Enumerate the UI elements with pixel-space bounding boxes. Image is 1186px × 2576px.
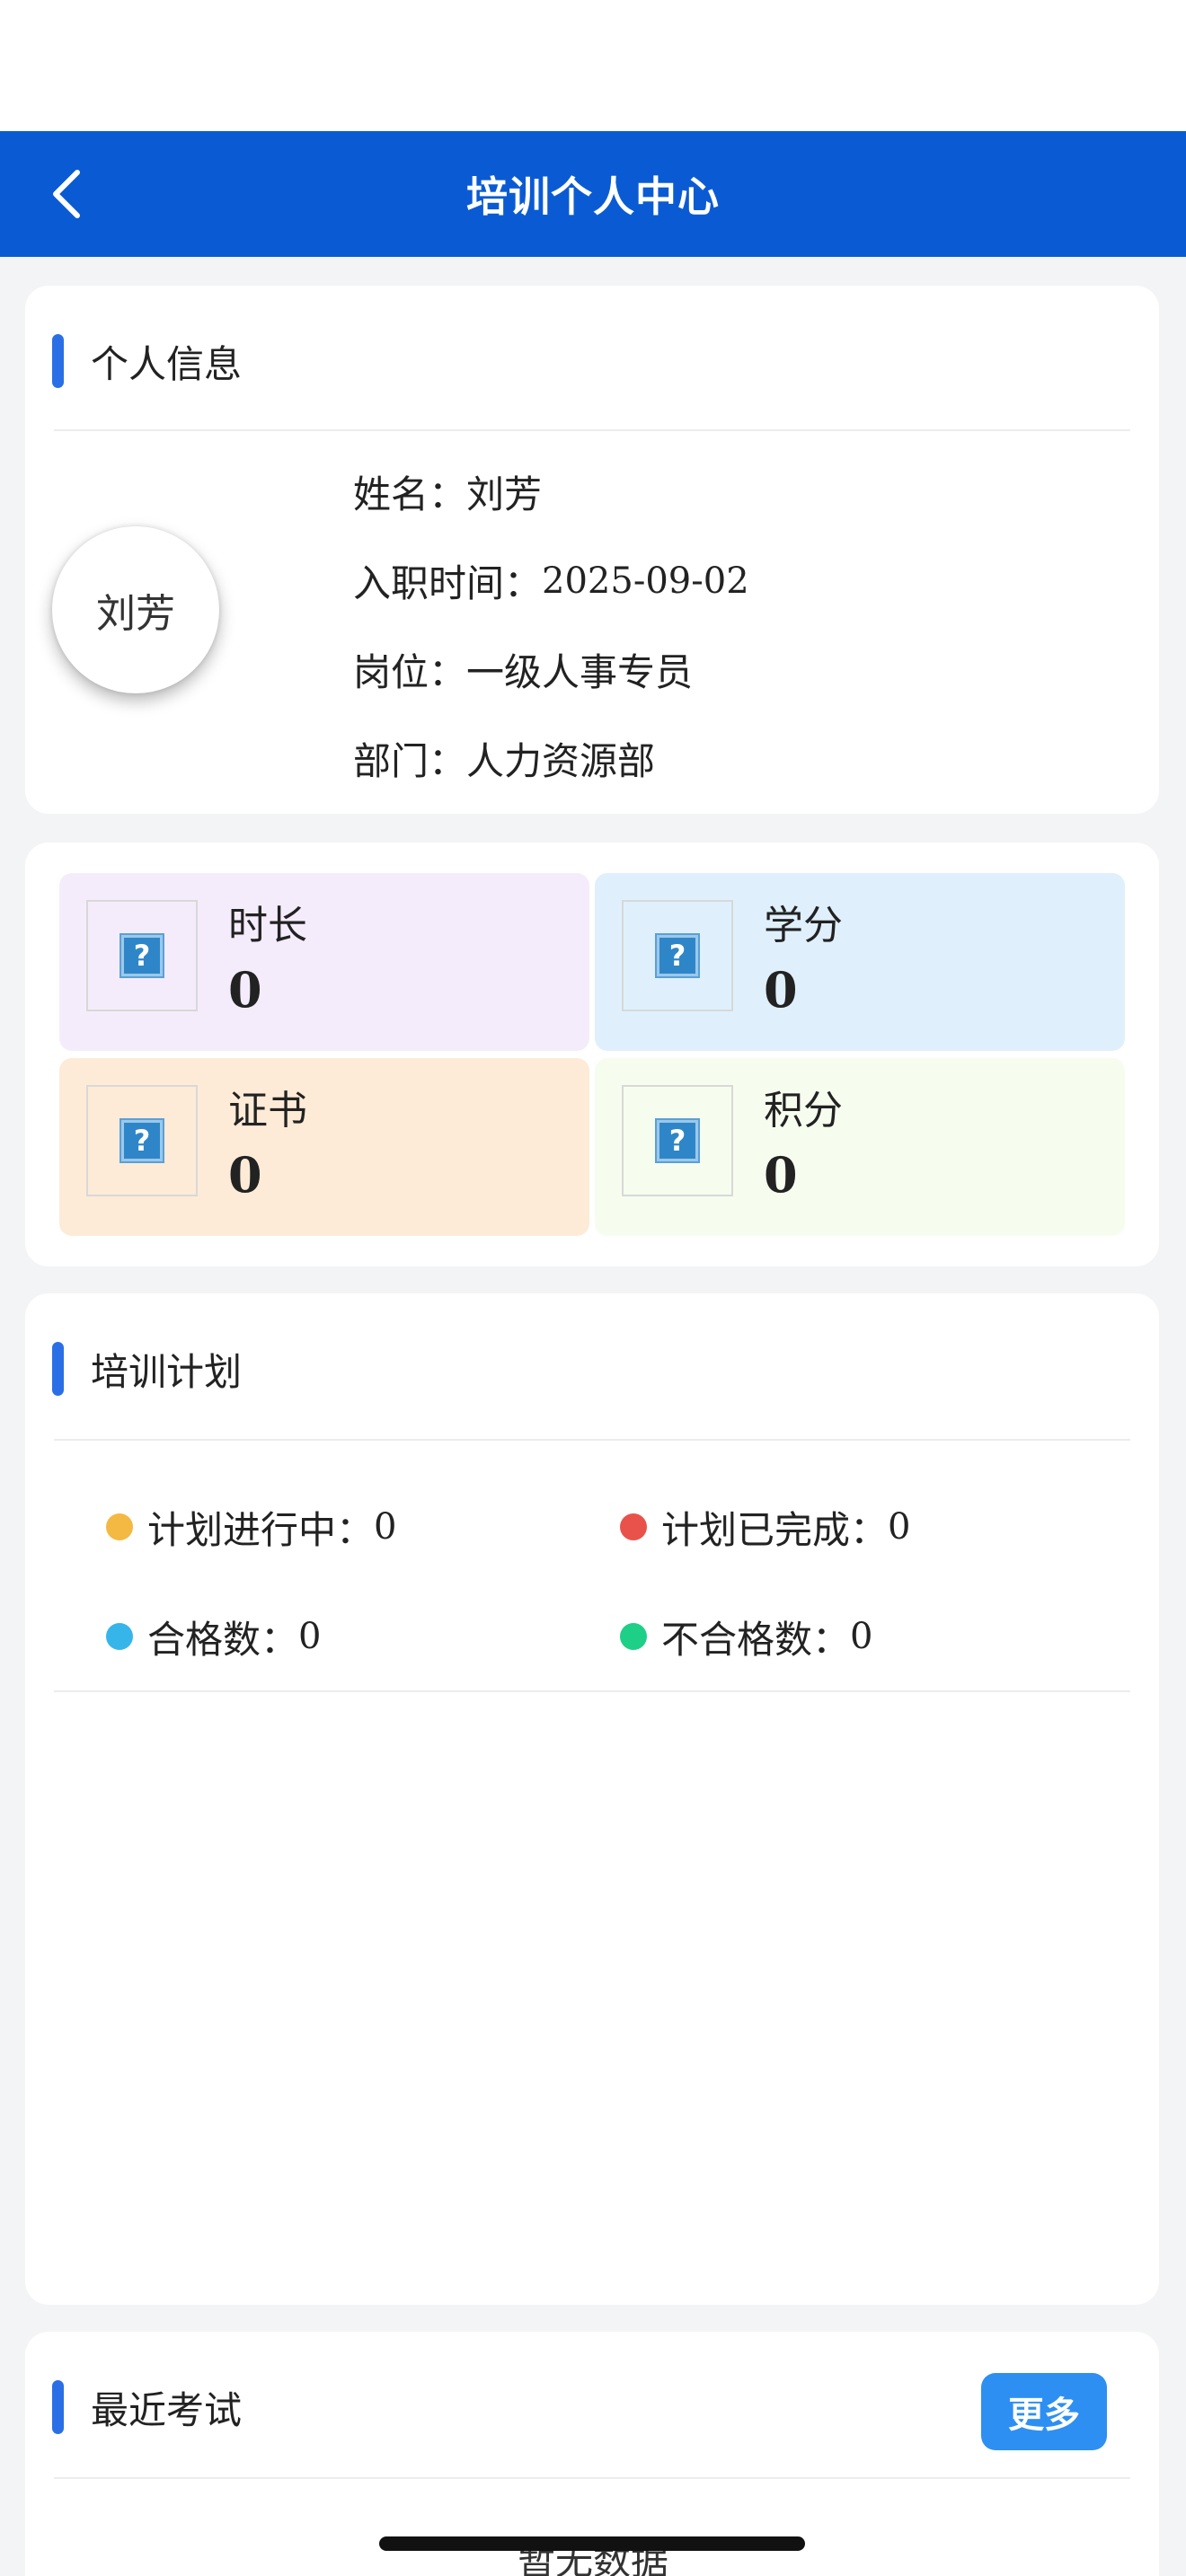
navigation-bar: 培训个人中心 — [0, 131, 1186, 257]
legend-label: 计划进行中： — [147, 1507, 375, 1552]
personal-info-card: 个人信息 刘芳 姓名： 刘芳 入职时间： 2025-09-02 岗位： 一级人事… — [25, 286, 1159, 814]
training-plan-card: 培训计划 计划进行中： 0 计划已完成： 0 合格数： 0 不合格数： 0 — [25, 1293, 1159, 2305]
back-button[interactable] — [36, 163, 97, 225]
stat-label: 学分 — [764, 903, 843, 948]
legend-value: 0 — [850, 1616, 873, 1657]
question-mark-icon: ? — [655, 1118, 700, 1163]
section-header: 个人信息 — [52, 334, 242, 388]
stat-label: 积分 — [764, 1088, 843, 1134]
info-label: 姓名： — [353, 472, 467, 516]
info-row-position: 岗位： 一级人事专员 — [353, 625, 749, 714]
section-title-recent-exams: 最近考试 — [91, 2387, 243, 2432]
question-mark-icon: ? — [119, 1118, 164, 1163]
info-value: 一级人事专员 — [466, 650, 694, 694]
legend-plan-completed: 计划已完成： 0 — [620, 1500, 910, 1554]
status-dot — [620, 1513, 647, 1540]
legend-label: 合格数： — [147, 1617, 299, 1662]
info-list: 姓名： 刘芳 入职时间： 2025-09-02 岗位： 一级人事专员 部门： 人… — [353, 447, 749, 803]
status-dot — [106, 1623, 133, 1650]
info-value: 人力资源部 — [466, 739, 656, 783]
broken-image-icon: ? — [622, 1085, 733, 1196]
section-header: 培训计划 — [52, 1342, 242, 1396]
legend-label: 不合格数： — [661, 1617, 851, 1662]
divider — [54, 2477, 1130, 2479]
stat-value: 0 — [228, 1146, 262, 1204]
info-label: 部门： — [353, 739, 467, 783]
info-label: 入职时间： — [353, 561, 543, 605]
stats-card: ? 时长 0 ? 学分 0 ? 证书 0 ? 积分 0 — [25, 842, 1159, 1266]
stat-label: 时长 — [228, 903, 307, 948]
broken-image-icon: ? — [622, 900, 733, 1011]
legend-passed: 合格数： 0 — [106, 1610, 321, 1663]
stat-tile-duration[interactable]: ? 时长 0 — [59, 873, 589, 1051]
stat-value: 0 — [228, 961, 262, 1019]
avatar: 刘芳 — [52, 526, 219, 693]
broken-image-icon: ? — [86, 900, 198, 1011]
stat-tile-credits[interactable]: ? 学分 0 — [595, 873, 1125, 1051]
broken-image-icon: ? — [86, 1085, 198, 1196]
legend-label: 计划已完成： — [661, 1507, 889, 1552]
section-accent-bar — [52, 334, 64, 388]
question-mark-icon: ? — [655, 933, 700, 978]
chevron-left-icon — [53, 170, 80, 218]
legend-failed: 不合格数： 0 — [620, 1610, 872, 1663]
page-title: 培训个人中心 — [466, 172, 720, 221]
stat-label: 证书 — [228, 1088, 307, 1134]
status-bar-area — [0, 0, 1186, 131]
stat-value: 0 — [764, 961, 798, 1019]
stat-tile-certificates[interactable]: ? 证书 0 — [59, 1058, 589, 1236]
legend-value: 0 — [888, 1506, 911, 1548]
legend-value: 0 — [298, 1616, 322, 1657]
info-row-hire-date: 入职时间： 2025-09-02 — [353, 536, 749, 625]
status-dot — [620, 1623, 647, 1650]
section-title-personal-info: 个人信息 — [91, 341, 243, 386]
section-header: 最近考试 — [52, 2380, 242, 2434]
section-accent-bar — [52, 1342, 64, 1396]
home-indicator — [379, 2536, 805, 2551]
info-value: 2025-09-02 — [542, 560, 749, 602]
divider — [54, 429, 1130, 431]
stat-value: 0 — [764, 1146, 798, 1204]
info-row-name: 姓名： 刘芳 — [353, 447, 749, 536]
legend-value: 0 — [374, 1506, 397, 1548]
stat-tile-points[interactable]: ? 积分 0 — [595, 1058, 1125, 1236]
divider — [54, 1439, 1130, 1441]
section-accent-bar — [52, 2380, 64, 2434]
divider — [54, 1690, 1130, 1692]
question-mark-icon: ? — [119, 933, 164, 978]
info-label: 岗位： — [353, 650, 467, 694]
status-dot — [106, 1513, 133, 1540]
legend-plan-in-progress: 计划进行中： 0 — [106, 1500, 396, 1554]
more-button[interactable]: 更多 — [981, 2373, 1107, 2450]
section-title-training-plan: 培训计划 — [91, 1349, 243, 1394]
info-value: 刘芳 — [466, 472, 543, 516]
info-row-department: 部门： 人力资源部 — [353, 714, 749, 803]
